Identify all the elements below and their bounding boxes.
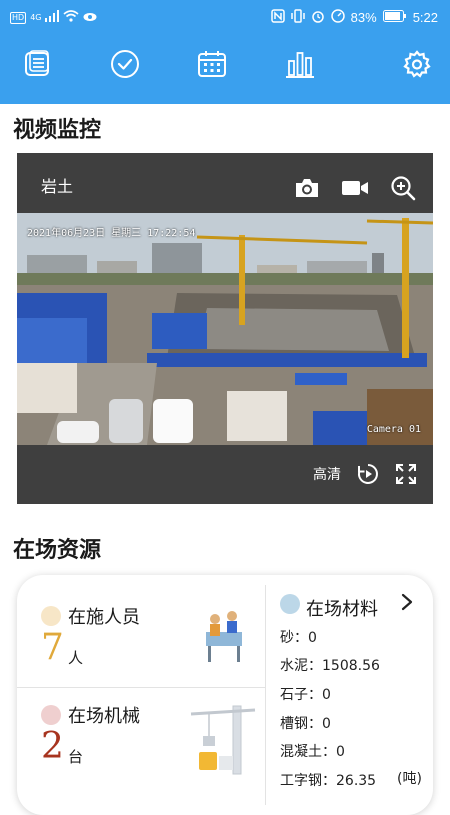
machinery-unit: 台	[68, 748, 84, 766]
wifi-icon	[63, 10, 80, 25]
chevron-right-icon	[401, 593, 413, 611]
personnel-dot	[41, 606, 61, 626]
check-button[interactable]	[105, 44, 145, 84]
settings-button[interactable]	[397, 44, 437, 84]
fullscreen-icon	[396, 464, 416, 484]
resources-card: 在施人员 7 人 在场机械 2 台 在场材料 砂：0 水泥：1508.56 石子…	[17, 575, 433, 815]
personnel-count: 7	[41, 627, 64, 668]
divider-vertical	[265, 585, 266, 805]
material-item: 水泥：1508.56	[280, 658, 380, 674]
playback-button[interactable]	[357, 463, 379, 485]
machinery-count: 2	[41, 726, 64, 767]
gear-icon	[403, 50, 431, 78]
materials-title: 在场材料	[306, 599, 378, 620]
construction-site-image	[17, 213, 433, 445]
video-camera-icon	[342, 181, 368, 195]
materials-more-button[interactable]	[397, 591, 417, 617]
material-item: 石子：0	[280, 687, 331, 703]
hd-badge: HD	[10, 11, 27, 24]
signal-icon	[45, 10, 60, 25]
eye-icon	[83, 11, 97, 25]
status-bar: HD 4G 83% 5:22	[0, 0, 450, 34]
quality-toggle[interactable]: 高清	[313, 464, 341, 484]
material-item: 工字钢：26.35	[280, 773, 377, 789]
alarm-icon	[311, 9, 325, 26]
zoom-in-button[interactable]	[389, 175, 417, 201]
material-item: 砂：0	[280, 630, 317, 646]
network-type: 4G	[30, 13, 42, 22]
check-circle-icon	[111, 50, 139, 78]
video-player[interactable]: 岩土 2021年06月23日 星期三 17:22:54 Camera 01 高清	[17, 153, 433, 504]
battery-icon	[382, 10, 407, 25]
vibrate-icon	[290, 9, 305, 26]
personnel-label: 在施人员	[68, 607, 140, 628]
statistics-button[interactable]	[280, 44, 320, 84]
video-frame[interactable]: 2021年06月23日 星期三 17:22:54 Camera 01	[17, 213, 433, 445]
nfc-icon	[270, 9, 285, 26]
personnel-unit: 人	[68, 649, 84, 667]
crane-illustration	[190, 705, 256, 775]
fullscreen-button[interactable]	[395, 463, 417, 485]
workers-illustration	[206, 611, 242, 662]
camera-label: Camera 01	[366, 424, 421, 435]
resources-section-title: 在场资源	[13, 538, 102, 563]
material-item: 混凝土：0	[280, 744, 345, 760]
battery-percent: 83%	[350, 10, 377, 25]
list-icon	[25, 50, 49, 76]
machinery-dot	[41, 705, 61, 725]
snapshot-button[interactable]	[293, 175, 321, 201]
personnel-block[interactable]: 在施人员 7 人	[17, 575, 265, 687]
calendar-button[interactable]	[192, 44, 232, 84]
replay-icon	[358, 464, 378, 484]
camera-name: 岩土	[41, 177, 74, 196]
video-timestamp: 2021年06月23日 星期三 17:22:54	[27, 228, 196, 239]
machinery-label: 在场机械	[68, 706, 140, 727]
calendar-icon	[198, 51, 226, 77]
materials-unit: (吨)	[397, 771, 422, 787]
list-button[interactable]	[17, 44, 57, 84]
material-item: 槽钢：0	[280, 716, 331, 732]
speed-icon	[330, 9, 345, 26]
toolbar	[0, 44, 450, 84]
camera-icon	[296, 179, 318, 197]
materials-dot	[280, 594, 300, 614]
zoom-in-icon	[391, 176, 416, 201]
app-header: HD 4G 83% 5:22	[0, 0, 450, 104]
video-section-title: 视频监控	[13, 118, 102, 143]
bar-chart-icon	[286, 52, 314, 78]
clock-time: 5:22	[412, 10, 438, 25]
machinery-block[interactable]: 在场机械 2 台	[17, 688, 265, 800]
record-button[interactable]	[341, 175, 369, 201]
